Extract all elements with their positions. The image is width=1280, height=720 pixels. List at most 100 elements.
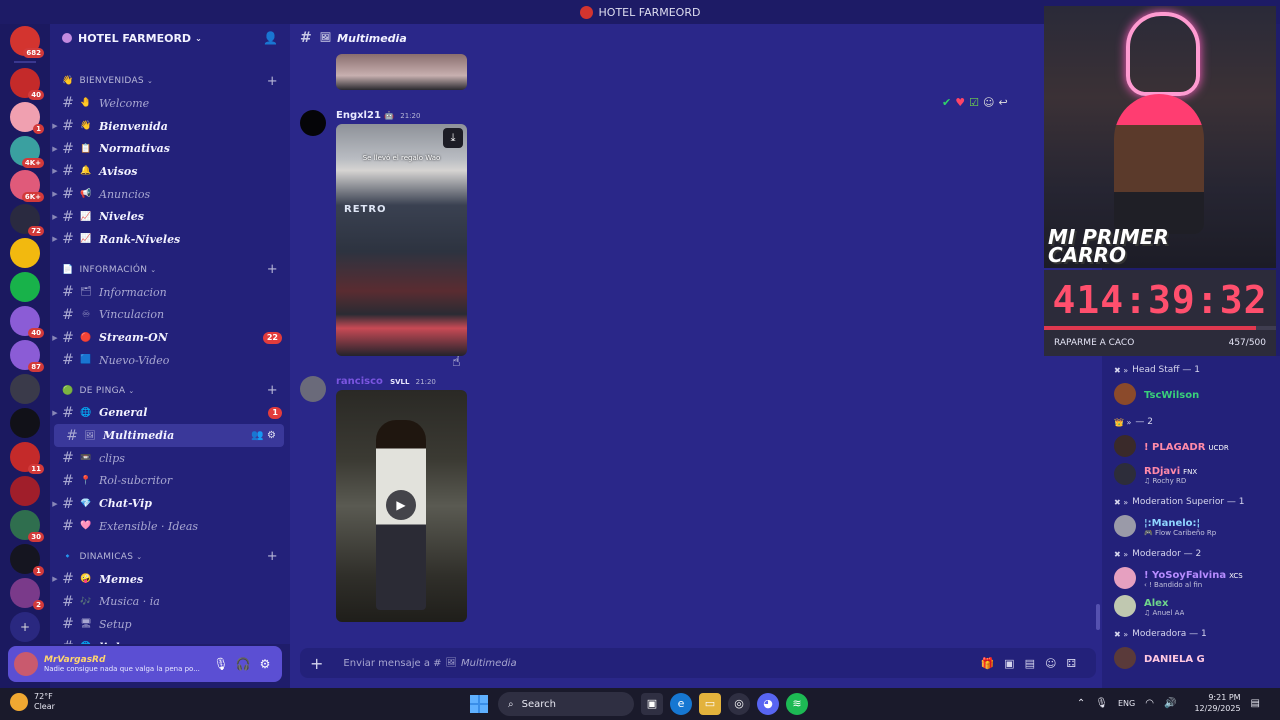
channel-item[interactable]: # 🖼 Multimedia 👥 ⚙	[54, 424, 284, 447]
server-icon[interactable]: 4K+	[10, 136, 44, 168]
channel-item[interactable]: ▶ # 👋 Bienvenida	[50, 115, 290, 138]
server-icon[interactable]: 6K+	[10, 170, 44, 202]
member-item[interactable]: Alex ♫ Anuel AA	[1102, 592, 1280, 620]
user-status: Nadie consigue nada que valga la pena po…	[44, 665, 200, 673]
message-author[interactable]: Engxl21	[336, 110, 381, 121]
channel-settings-icons[interactable]: 👥 ⚙	[251, 430, 276, 441]
avatar[interactable]	[300, 376, 326, 402]
add-member-icon[interactable]: 👤	[263, 31, 278, 45]
channel-item[interactable]: ▶ # 📈 Niveles	[50, 205, 290, 228]
guild-name: HOTEL FARMEORD	[78, 31, 192, 45]
file-explorer-icon[interactable]: ▭	[699, 693, 721, 715]
reply-icon[interactable]: ↩	[998, 96, 1011, 109]
channel-item[interactable]: ▶ # 📢 Anuncios	[50, 183, 290, 206]
wifi-icon[interactable]: ◠	[1145, 698, 1154, 709]
play-icon[interactable]: ▶	[386, 490, 416, 520]
server-icon[interactable]	[10, 408, 40, 438]
plus-icon[interactable]: +	[310, 654, 323, 673]
server-icon[interactable]	[10, 238, 40, 268]
channel-item[interactable]: # 🟦 Nuevo-Video	[50, 349, 290, 372]
channel-item[interactable]: # 🖥 Setup	[50, 613, 290, 636]
spotify-icon[interactable]: ≋	[786, 693, 808, 715]
microphone-icon[interactable]: 🎙	[1095, 698, 1108, 709]
member-item[interactable]: ¦:Manelo:¦ 🎮 Flow Caribeño Rp	[1102, 512, 1280, 540]
heart-icon[interactable]: ♥	[955, 96, 969, 109]
windows-start-icon[interactable]	[470, 695, 488, 713]
avatar[interactable]	[300, 110, 326, 136]
channel-item[interactable]: ▶ # 🤪 Memes	[50, 568, 290, 591]
emoji-icon[interactable]: ☺	[983, 96, 998, 109]
edge-icon[interactable]: e	[670, 693, 692, 715]
server-icon[interactable]: 30	[10, 510, 44, 542]
download-icon[interactable]: ⤓	[443, 128, 463, 148]
add-channel-icon[interactable]: +	[267, 383, 278, 398]
channel-item[interactable]: ▶#🌐links	[50, 636, 290, 644]
checkbox-icon[interactable]: ☑	[969, 96, 983, 109]
add-channel-icon[interactable]: +	[267, 74, 278, 89]
category-header[interactable]: 🟢 DE PINGA ⌄ +	[50, 380, 290, 402]
message-author[interactable]: rancisco	[336, 376, 383, 387]
guild-header[interactable]: HOTEL FARMEORD ⌄ 👤	[50, 24, 290, 52]
previous-media[interactable]	[336, 54, 467, 90]
video-attachment[interactable]: ▶	[336, 390, 467, 622]
add-channel-icon[interactable]: +	[267, 549, 278, 564]
server-icon[interactable]	[10, 374, 40, 404]
task-view-icon[interactable]: ▣	[641, 693, 663, 715]
member-item[interactable]: DANIELA G	[1102, 644, 1280, 672]
clock[interactable]: 9:21 PM 12/29/2025	[1194, 692, 1240, 714]
channel-item[interactable]: ▶ # 🔔 Avisos	[50, 160, 290, 183]
headphones-icon[interactable]: 🎧	[232, 657, 254, 671]
server-icon[interactable]	[10, 272, 40, 302]
scrollbar[interactable]	[1096, 604, 1100, 630]
channel-item[interactable]: # 🤚 Welcome	[50, 92, 290, 115]
hash-icon: #	[62, 518, 74, 535]
microphone-icon[interactable]: 🎙	[210, 657, 232, 671]
channel-item[interactable]: # 🩷 Extensible · Ideas	[50, 515, 290, 538]
channel-item[interactable]: ▶ # 🔴 Stream-ON 22	[50, 326, 290, 349]
channel-item[interactable]: # 📍 Rol-subcritor	[50, 470, 290, 493]
language-indicator[interactable]: ENG	[1118, 699, 1135, 708]
server-icon[interactable]: 1	[10, 102, 44, 134]
server-icon[interactable]: 11	[10, 442, 44, 474]
channel-item[interactable]: ▶ # 📋 Normativas	[50, 137, 290, 160]
channel-item[interactable]: # 🗂 Informacion	[50, 281, 290, 304]
avatar[interactable]	[14, 652, 38, 676]
server-icon[interactable]	[10, 476, 40, 506]
channel-item[interactable]: # 🎶 Musica · ia	[50, 590, 290, 613]
notification-icon[interactable]: ▤	[1251, 698, 1260, 709]
channel-item[interactable]: ▶ # 💎 Chat-Vip	[50, 492, 290, 515]
add-server-icon[interactable]: +	[10, 612, 40, 642]
member-item[interactable]: TscWilson	[1102, 380, 1280, 408]
message-composer[interactable]: + Enviar mensaje a # 🖼 Multimedia 🎁▣▤☺⚃	[300, 648, 1096, 678]
weather-widget[interactable]: 72°F Clear	[10, 692, 55, 712]
member-item[interactable]: ! YoSoyFalvina XCS ‹ ! Bandido al fin	[1102, 564, 1280, 592]
server-icon[interactable]: 1	[10, 544, 44, 576]
search-icon: ⌕	[508, 698, 514, 710]
category-header[interactable]: 🔹 DINAMICAS ⌄ +	[50, 546, 290, 568]
channel-item[interactable]: # 📼 clips	[50, 447, 290, 470]
channel-item[interactable]: # ♾ Vinculacion	[50, 304, 290, 327]
server-icon[interactable]: 40	[10, 306, 44, 338]
check-icon[interactable]: ✔	[942, 96, 955, 109]
server-icon[interactable]: 40	[10, 68, 44, 100]
channel-item[interactable]: ▶ # 📈 Rank-Niveles	[50, 228, 290, 251]
server-icon[interactable]: 682	[10, 26, 44, 58]
server-icon[interactable]: 87	[10, 340, 44, 372]
unread-indicator-icon: ▶	[52, 499, 58, 508]
chrome-icon[interactable]: ◎	[728, 693, 750, 715]
video-attachment[interactable]: ⤓ Se llevó el regalo Wao RETRO	[336, 124, 467, 356]
member-item[interactable]: RDjavi FNX ♫ Rochy RD	[1102, 460, 1280, 488]
category-header[interactable]: 👋 BIENVENIDAS ⌄ +	[50, 70, 290, 92]
server-icon[interactable]: 72	[10, 204, 44, 236]
server-icon[interactable]: 2	[10, 578, 44, 610]
discord-icon[interactable]: ◕	[757, 693, 779, 715]
channel-item[interactable]: ▶ # 🌐 General 1	[50, 402, 290, 425]
chevron-up-icon[interactable]: ⌃	[1077, 698, 1085, 709]
member-item[interactable]: ! PLAGADR UCDR	[1102, 432, 1280, 460]
add-channel-icon[interactable]: +	[267, 262, 278, 277]
taskbar-search[interactable]: ⌕ Search	[498, 692, 634, 716]
gear-icon[interactable]: ⚙	[254, 657, 276, 671]
volume-icon[interactable]: 🔊	[1164, 698, 1176, 709]
composer-tools-icons[interactable]: 🎁▣▤☺⚃	[980, 657, 1086, 670]
category-header[interactable]: 📄 INFORMACIÓN ⌄ +	[50, 259, 290, 281]
